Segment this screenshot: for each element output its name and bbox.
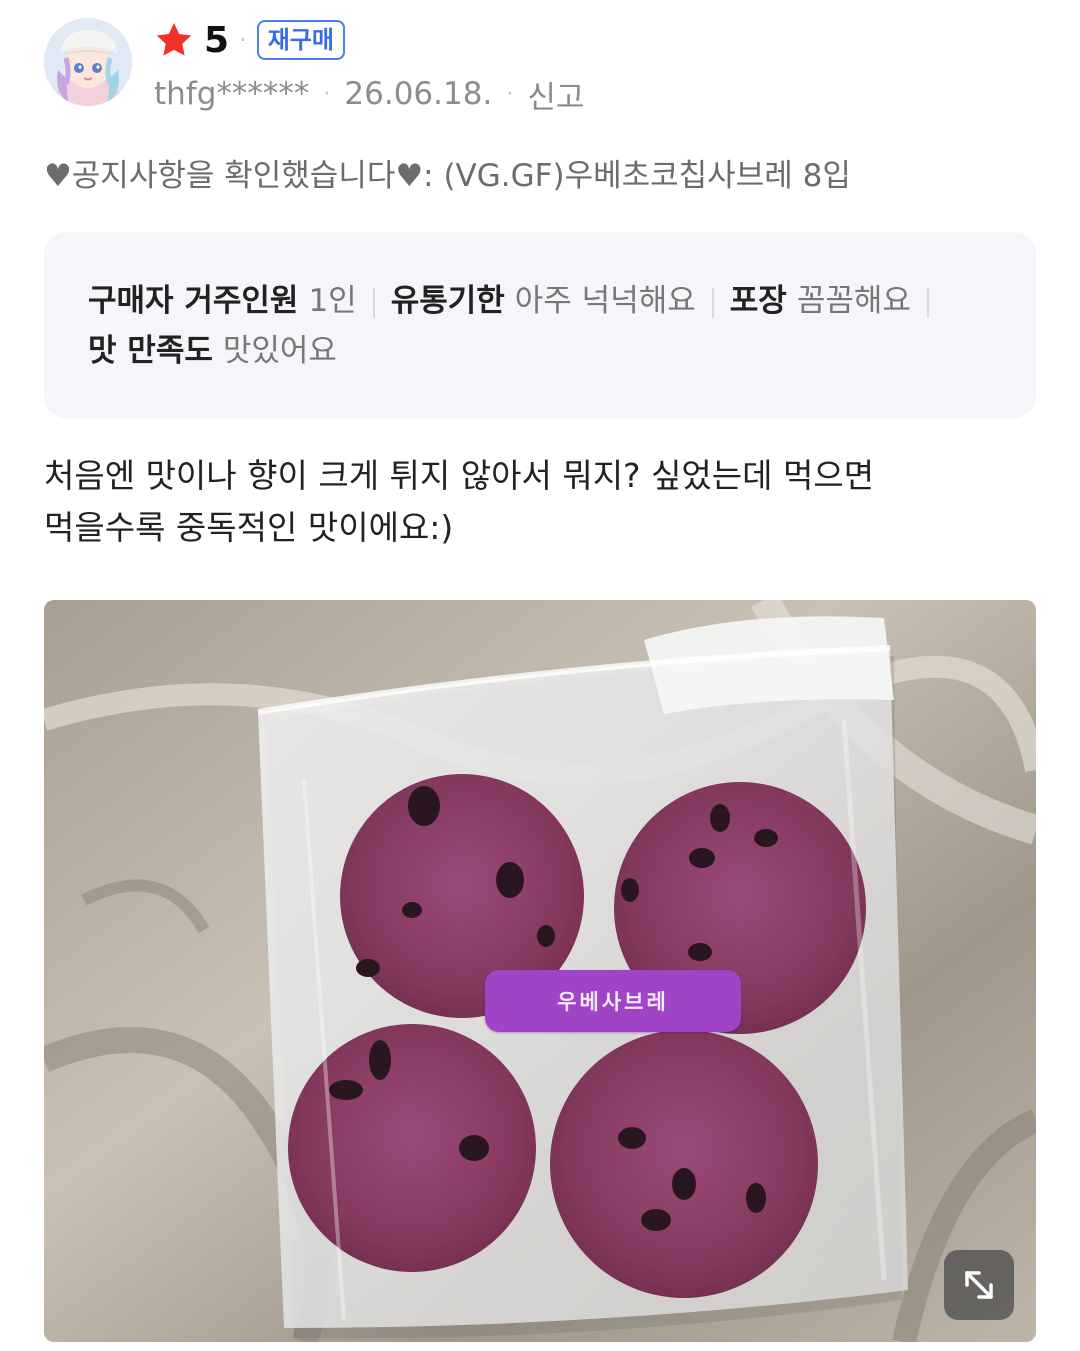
rating-row: 5 · 재구매 [154, 18, 345, 62]
review-date: 26.06.18. [344, 76, 493, 112]
review-body-line: 먹을수록 중독적인 맛이에요:) [44, 508, 454, 547]
expand-icon [965, 1271, 993, 1299]
separator-dot: · [239, 26, 247, 54]
attribute-value: 꼼꼼해요 [796, 283, 911, 319]
attribute-divider [926, 287, 929, 318]
product-sticker: 우베사브레 [485, 970, 741, 1032]
review-body: 처음엔 맛이나 향이 크게 튀지 않아서 뭐지? 싶었는데 먹으면 먹을수록 중… [44, 450, 1034, 554]
separator-dot: · [323, 81, 331, 107]
expand-button[interactable] [944, 1250, 1014, 1320]
review-meta: thfg****** · 26.06.18. · 신고 [154, 72, 584, 117]
review-attributes-box: 구매자 거주인원 1인 유통기한 아주 넉넉해요 포장 꼼꼼해요 맛 만족도 맛있어요 [44, 232, 1036, 418]
attribute-value: 아주 넉넉해요 [514, 283, 696, 319]
report-link[interactable]: 신고 [527, 72, 584, 117]
reviewer-name: thfg****** [154, 76, 310, 112]
separator-dot: · [506, 81, 514, 107]
review-header: 5 · 재구매 thfg****** · 26.06.18. · 신고 [44, 18, 1034, 118]
rating-value: 5 [204, 19, 230, 61]
star-icon [156, 23, 192, 56]
review-body-line: 처음엔 맛이나 향이 크게 튀지 않아서 뭐지? 싶었는데 먹으면 [44, 456, 875, 495]
repurchase-badge: 재구매 [256, 20, 345, 60]
attribute-key: 맛 만족도 [88, 333, 213, 369]
review-photo[interactable]: 우베사브레 [44, 600, 1036, 1342]
attributes-line-2: 맛 만족도 맛있어요 [88, 326, 992, 376]
attribute-value: 1인 [308, 283, 357, 319]
attributes-line-1: 구매자 거주인원 1인 유통기한 아주 넉넉해요 포장 꼼꼼해요 [88, 276, 992, 326]
attribute-key: 포장 [729, 283, 787, 319]
attribute-key: 유통기한 [390, 283, 505, 319]
attribute-divider [372, 287, 375, 318]
purchased-option: ♥공지사항을 확인했습니다♥: (VG.GF)우베초코칩사브레 8입 [44, 158, 851, 194]
avatar[interactable] [44, 18, 132, 106]
attribute-divider [711, 287, 714, 318]
attribute-key: 구매자 거주인원 [88, 283, 299, 319]
avatar-illustration [44, 18, 132, 106]
attribute-value: 맛있어요 [222, 333, 337, 369]
